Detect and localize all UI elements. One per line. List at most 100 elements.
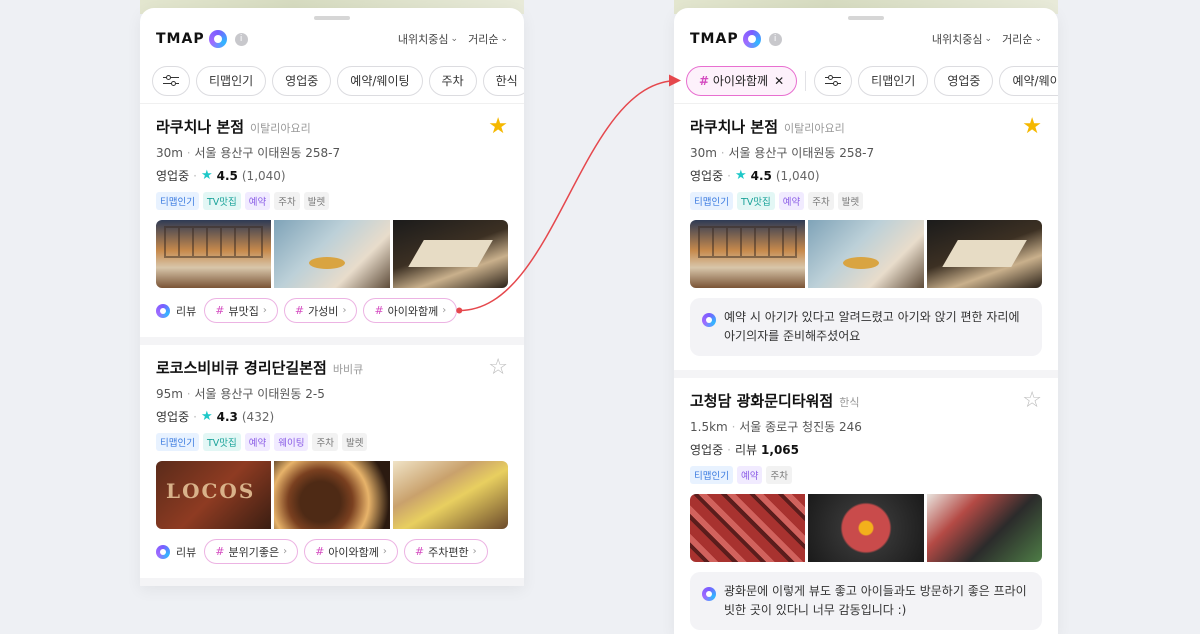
place-distance: 95m (156, 387, 183, 401)
keyword-text: 아이와함께 (328, 545, 379, 559)
hash-icon: # (315, 545, 325, 558)
rating-count: (1,040) (241, 168, 286, 183)
keyword-chip[interactable]: # 아이와함께 › (304, 539, 398, 564)
close-icon[interactable]: ✕ (774, 74, 784, 88)
top-bar: TMAP i 내위치중심 ⌄ 거리순 ⌄ (674, 20, 1058, 58)
tag-tv-restaurant: TV맛집 (736, 192, 775, 210)
place-photo[interactable] (808, 494, 924, 562)
place-photo[interactable] (156, 220, 272, 288)
place-photo[interactable] (274, 220, 390, 288)
place-address-row: 1.5km · 서울 종로구 청진동 246 (690, 418, 1042, 435)
chevron-down-icon: ⌄ (984, 34, 993, 44)
photo-strip[interactable] (690, 494, 1042, 562)
place-photo[interactable] (274, 461, 390, 529)
place-card[interactable]: 고청담 광화문디타워점 한식 ☆ 1.5km · 서울 종로구 청진동 246 … (674, 378, 1058, 634)
keyword-chip[interactable]: # 분위기좋은 › (204, 539, 299, 564)
place-photo[interactable] (690, 494, 806, 562)
review-label: 리뷰 (176, 545, 197, 559)
review-snippet[interactable]: 광화문에 이렇게 뷰도 좋고 아이들과도 방문하기 좋은 프라이빗한 곳이 있다… (690, 572, 1042, 630)
status-row: 영업중 · ★ 4.5 (1,040) (156, 167, 508, 184)
review-text: 예약 시 아기가 있다고 알려드렸고 아기와 앉기 편한 자리에 아기의자를 준… (724, 310, 1020, 343)
place-photo[interactable] (926, 220, 1042, 288)
separator: · (186, 146, 191, 160)
chip-reservation-waiting[interactable]: 예약/웨이팅 (999, 65, 1058, 96)
photo-strip[interactable] (156, 220, 508, 288)
place-card[interactable]: 라쿠치나 본점 이탈리아요리 ★ 30m · 서울 용산구 이태원동 258-7… (674, 104, 1058, 378)
place-card[interactable]: 로코스비비큐 경리단길본점 바비큐 ☆ 95m · 서울 용산구 이태원동 2-… (140, 345, 524, 586)
tag-list: 티맵인기 TV맛집 예약 웨이팅 주차 발렛 (156, 433, 508, 451)
place-address-row: 95m · 서울 용산구 이태원동 2-5 (156, 385, 508, 402)
keyword-text: 가성비 (308, 304, 339, 318)
chip-parking[interactable]: 주차 (428, 65, 477, 96)
filter-sliders-icon (163, 74, 179, 87)
filter-settings-button[interactable] (152, 65, 190, 96)
place-distance: 30m (156, 146, 183, 160)
chevron-right-icon: › (472, 546, 477, 557)
place-photo[interactable] (690, 220, 806, 288)
hash-icon: # (699, 74, 710, 88)
chip-tmap-popular[interactable]: 티맵인기 (196, 65, 267, 96)
active-keyword-chip[interactable]: # 아이와함께 ✕ (686, 65, 798, 96)
chevron-down-icon: ⌄ (500, 34, 508, 44)
location-sort-dropdown[interactable]: 내위치중심 ⌄ (932, 31, 992, 47)
info-icon[interactable]: i (234, 32, 248, 46)
place-card[interactable]: 라쿠치나 본점 이탈리아요리 ★ 30m · 서울 용산구 이태원동 258-7… (140, 104, 524, 345)
status-row: 영업중 · ★ 4.3 (432) (156, 408, 508, 425)
ai-review-icon (702, 313, 716, 327)
ai-badge-icon (208, 30, 227, 48)
distance-sort-dropdown[interactable]: 거리순 ⌄ (468, 31, 508, 47)
filter-settings-button[interactable] (814, 65, 853, 96)
tag-reservation: 예약 (244, 433, 271, 451)
logo-text: TMAP (156, 31, 205, 47)
rating-star-icon: ★ (200, 409, 213, 424)
filter-sliders-icon (825, 74, 842, 87)
active-chip-label: 아이와함께 (712, 74, 769, 88)
location-sort-dropdown[interactable]: 내위치중심 ⌄ (398, 31, 458, 47)
tmap-logo: TMAP (690, 30, 761, 48)
keyword-chip[interactable]: # 가성비 › (283, 298, 358, 323)
chip-tmap-popular[interactable]: 티맵인기 (858, 65, 929, 96)
keyword-chip-with-kids[interactable]: # 아이와함께 › (363, 298, 458, 323)
filter-chip-bar: 티맵인기 영업중 예약/웨이팅 주차 한식 (140, 58, 524, 104)
chip-reservation-waiting[interactable]: 예약/웨이팅 (337, 65, 423, 96)
place-name: 고청담 광화문디타워점 (690, 392, 834, 410)
open-status: 영업중 (690, 169, 724, 183)
chip-open-now[interactable]: 영업중 (934, 65, 994, 96)
photo-strip[interactable] (690, 220, 1042, 288)
hash-icon: # (414, 545, 425, 558)
favorite-star-outline-icon[interactable]: ☆ (1022, 390, 1042, 412)
logo-text: TMAP (690, 31, 739, 47)
chip-open-now[interactable]: 영업중 (272, 65, 332, 96)
favorite-star-icon[interactable]: ★ (488, 116, 508, 138)
keyword-chip[interactable]: # 뷰맛집 › (204, 298, 278, 323)
distance-sort-dropdown[interactable]: 거리순 ⌄ (1002, 31, 1042, 47)
favorite-star-outline-icon[interactable]: ☆ (488, 357, 508, 379)
tag-parking: 주차 (312, 433, 338, 451)
hash-icon: # (294, 304, 305, 317)
rating-count: (432) (241, 409, 275, 424)
chip-korean-food[interactable]: 한식 (482, 65, 524, 96)
sort-controls: 내위치중심 ⌄ 거리순 ⌄ (398, 31, 508, 47)
place-photo[interactable] (156, 461, 272, 529)
open-status: 영업중 (156, 410, 190, 424)
phone-screen-before: TMAP i 내위치중심 ⌄ 거리순 ⌄ 티맵인기 영업중 예약/웨이팅 주차 한식… (140, 8, 524, 586)
keyword-chip[interactable]: # 주차편한 › (403, 539, 488, 564)
tag-tmap-popular: 티맵인기 (156, 192, 199, 210)
photo-strip[interactable] (156, 461, 508, 529)
keyword-text: 아이와함께 (387, 304, 439, 318)
separator: · (193, 168, 197, 183)
chevron-right-icon: › (283, 546, 288, 557)
place-photo[interactable] (392, 220, 508, 288)
phone-screen-after: TMAP i 내위치중심 ⌄ 거리순 ⌄ # 아이와함께 ✕ 티맵인기 영업중 예약… (674, 8, 1058, 634)
place-photo[interactable] (808, 220, 924, 288)
place-address: 서울 용산구 이태원동 2-5 (194, 387, 325, 401)
place-name: 라쿠치나 본점 (690, 118, 779, 136)
ai-review-icon (702, 587, 716, 601)
place-photo[interactable] (392, 461, 508, 529)
chevron-down-icon: ⌄ (450, 34, 459, 44)
place-address: 서울 용산구 이태원동 258-7 (194, 146, 341, 160)
info-icon[interactable]: i (768, 32, 782, 46)
review-snippet[interactable]: 예약 시 아기가 있다고 알려드렸고 아기와 앉기 편한 자리에 아기의자를 준… (690, 298, 1042, 356)
favorite-star-icon[interactable]: ★ (1022, 116, 1042, 138)
place-photo[interactable] (926, 494, 1042, 562)
